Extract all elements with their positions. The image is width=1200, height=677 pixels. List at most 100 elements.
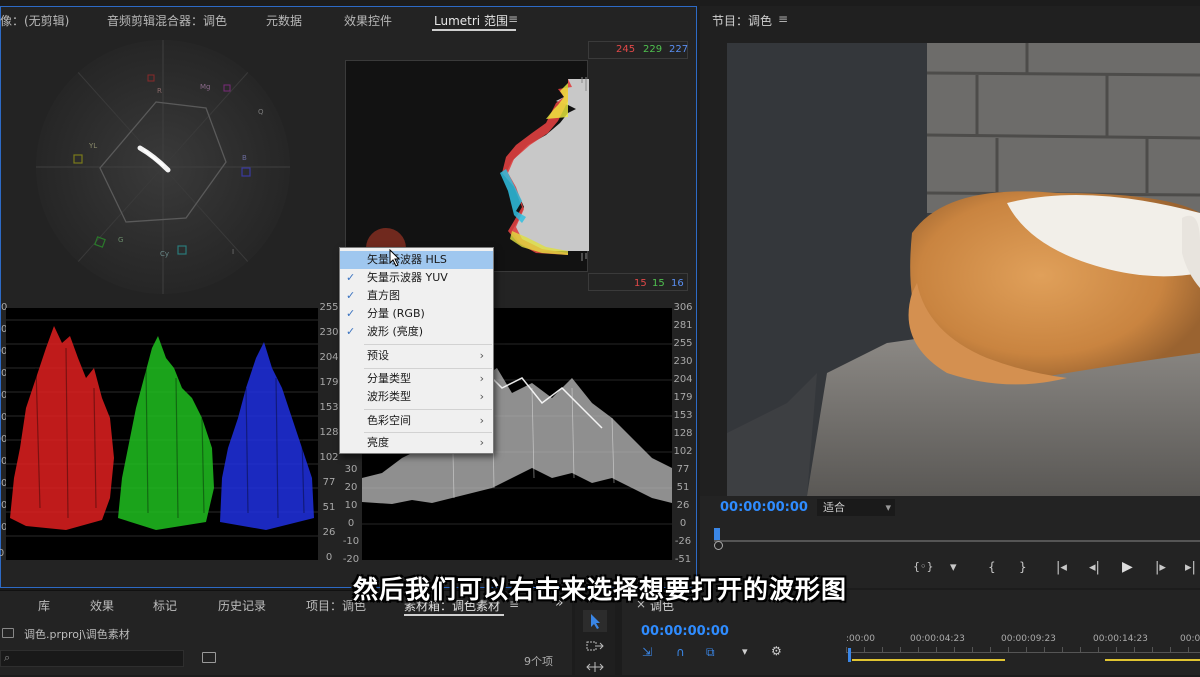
histogram-min-r: 15 [634, 278, 647, 289]
luma-scale-tick: 153 [673, 410, 693, 421]
histogram-min-readout: 15 15 16 [588, 273, 688, 291]
rgb-parade [6, 308, 318, 560]
ruler-label: 00:00:04:23 [910, 634, 965, 644]
menu-item-waveform-type[interactable]: 波形类型 › [340, 388, 493, 406]
timeline-playhead[interactable] [848, 648, 851, 662]
menu-item-label: 波形类型 [367, 390, 411, 403]
histogram-max-readout: 245 229 227 [588, 41, 688, 59]
histogram-max-r: 245 [616, 44, 636, 55]
video-image [727, 43, 1200, 496]
menu-item-label: 矢量示波器 HLS [367, 253, 447, 266]
work-area-bar[interactable] [1105, 659, 1200, 661]
tab-effect-controls[interactable]: 效果控件 [344, 12, 392, 29]
timeline-ruler[interactable] [846, 647, 1200, 653]
ruler-label: :00:00 [846, 634, 875, 644]
menu-item-brightness[interactable]: 亮度 › [340, 434, 493, 452]
menu-item-presets[interactable]: 预设 › [340, 347, 493, 365]
check-icon: ✓ [346, 271, 356, 284]
histogram-max-g: 229 [643, 44, 663, 55]
rgb-parade-plot [6, 319, 318, 537]
check-icon: ✓ [346, 325, 356, 338]
luma-scale-tick: 102 [673, 446, 693, 457]
add-marker-icon[interactable]: ▾ [742, 645, 754, 659]
luma-scale-tick: 204 [673, 374, 693, 385]
menu-item-parade-type[interactable]: 分量类型 › [340, 370, 493, 388]
fit-select-value: 适合 [823, 501, 845, 514]
ripple-edit-tool[interactable] [583, 660, 607, 674]
playhead-scrubber[interactable] [714, 540, 1200, 542]
menu-item-histogram[interactable]: ✓ 直方图 [340, 287, 493, 305]
menu-item-parade-rgb[interactable]: ✓ 分量 (RGB) [340, 305, 493, 323]
search-input[interactable]: ⌕ [0, 650, 184, 667]
luma-scale-tick: 179 [673, 392, 693, 403]
active-bin-indicator [404, 614, 504, 616]
scopes-context-menu: 矢量示波器 HLS ✓ 矢量示波器 YUV ✓ 直方图 ✓ 分量 (RGB) ✓ 波形 … [339, 247, 494, 454]
submenu-arrow-icon: › [479, 349, 484, 362]
luma-scale-tick: 281 [673, 320, 693, 331]
luma-scale-tick: 230 [673, 356, 693, 367]
luma-scale-tick: 128 [673, 428, 693, 439]
histogram-min-b: 16 [671, 278, 684, 289]
luma-scale-tick: 26 [676, 500, 690, 511]
submenu-arrow-icon: › [479, 436, 484, 449]
menu-separator [364, 344, 492, 345]
program-monitor-title[interactable]: 节目：调色 [712, 12, 772, 29]
active-tab-indicator [432, 29, 516, 31]
luma-scale-tick: 51 [676, 482, 690, 493]
vectorscope-label-mg: Mg [200, 83, 211, 91]
new-bin-icon[interactable] [202, 652, 216, 663]
menu-item-label: 矢量示波器 YUV [367, 271, 448, 284]
bin-path: 调色.prproj\调色素材 [24, 628, 130, 641]
linked-selection-icon[interactable]: ⧉ [706, 645, 722, 659]
program-panel-menu-icon[interactable]: ≡ [778, 12, 788, 26]
luma-scale-right: 306 281 255 230 204 179 153 128 102 77 5… [668, 302, 698, 572]
menu-item-label: 分量 (RGB) [367, 307, 425, 320]
folder-icon [2, 628, 14, 638]
panel-menu-icon[interactable]: ≡ [508, 12, 518, 26]
timeline-timecode[interactable]: 00:00:00:00 [641, 624, 729, 639]
mouse-pointer-icon [389, 249, 401, 267]
work-area-bar[interactable] [852, 659, 1005, 661]
check-icon: ✓ [346, 307, 356, 320]
submenu-arrow-icon: › [479, 372, 484, 385]
program-timecode[interactable]: 00:00:00:00 [720, 500, 808, 515]
menu-item-label: 直方图 [367, 289, 400, 302]
menu-item-vectorscope-yuv[interactable]: ✓ 矢量示波器 YUV [340, 269, 493, 287]
ripple-edit-icon [586, 662, 604, 672]
chevron-down-icon: ▾ [885, 501, 891, 514]
vectorscope-label-yl: YL [89, 142, 98, 150]
track-select-icon [586, 641, 604, 651]
vectorscope-label-i: I [232, 248, 235, 256]
wrench-icon[interactable]: ⚙ [771, 644, 785, 658]
histogram-min-g: 15 [652, 278, 665, 289]
item-count: 9个项 [524, 655, 553, 668]
menu-item-label: 分量类型 [367, 372, 411, 385]
menu-item-waveform-luma[interactable]: ✓ 波形 (亮度) [340, 323, 493, 341]
vectorscope-label-g: G [118, 236, 124, 244]
tab-lumetri-scopes[interactable]: Lumetri 范围 [434, 12, 508, 29]
vectorscope-label-b: B [242, 154, 247, 162]
program-video-frame [727, 43, 1200, 496]
submenu-arrow-icon: › [479, 390, 484, 403]
nest-sequence-icon[interactable]: ⇲ [642, 645, 658, 659]
tab-metadata[interactable]: 元数据 [266, 12, 302, 29]
search-icon: ⌕ [4, 651, 11, 664]
histogram-max-b: 227 [669, 44, 689, 55]
menu-item-color-space[interactable]: 色彩空间 › [340, 412, 493, 430]
luma-scale-tick: 0 [679, 518, 687, 529]
tab-audio-mixer[interactable]: 音频剪辑混合器：调色 [107, 12, 227, 29]
track-select-tool[interactable] [583, 637, 607, 655]
menu-item-vectorscope-hls[interactable]: 矢量示波器 HLS [340, 251, 493, 269]
snap-icon[interactable]: ∩ [676, 645, 692, 659]
selection-tool[interactable] [583, 610, 607, 632]
fit-select[interactable]: 适合 ▾ [817, 499, 895, 516]
luma-scale-tick: -51 [674, 554, 692, 565]
ruler-label: 00:00 [1180, 634, 1200, 644]
playhead-marker[interactable] [714, 528, 720, 540]
menu-item-label: 亮度 [367, 436, 389, 449]
tab-source[interactable]: 像：(无剪辑) [0, 12, 69, 29]
playhead-handle[interactable] [714, 541, 723, 550]
menu-item-label: 波形 (亮度) [367, 325, 424, 338]
menu-separator [364, 409, 492, 410]
check-icon: ✓ [346, 289, 356, 302]
